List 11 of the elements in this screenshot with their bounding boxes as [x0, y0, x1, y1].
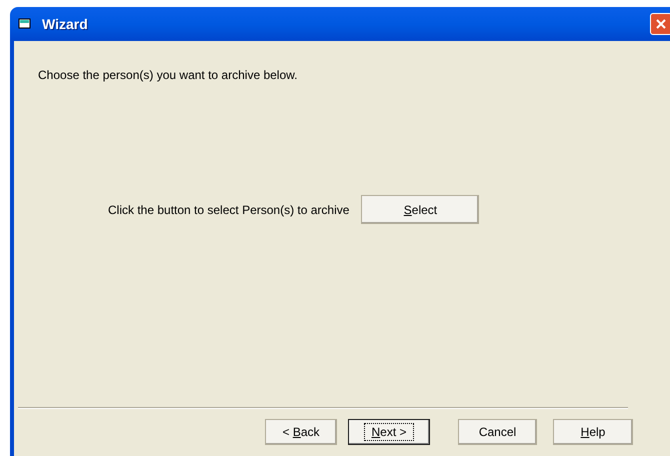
instruction-text: Choose the person(s) you want to archive below. [38, 67, 298, 84]
window-icon [18, 18, 32, 30]
cancel-button[interactable]: Cancel [458, 419, 537, 445]
next-button[interactable]: Next > [348, 419, 430, 445]
select-button[interactable]: Select [361, 195, 480, 224]
close-button[interactable] [650, 13, 670, 35]
window-title: Wizard [42, 14, 88, 34]
close-icon [655, 18, 667, 30]
help-button[interactable]: Help [553, 419, 633, 445]
back-button[interactable]: < Back [265, 419, 337, 445]
select-label: Click the button to select Person(s) to archive [108, 202, 350, 218]
